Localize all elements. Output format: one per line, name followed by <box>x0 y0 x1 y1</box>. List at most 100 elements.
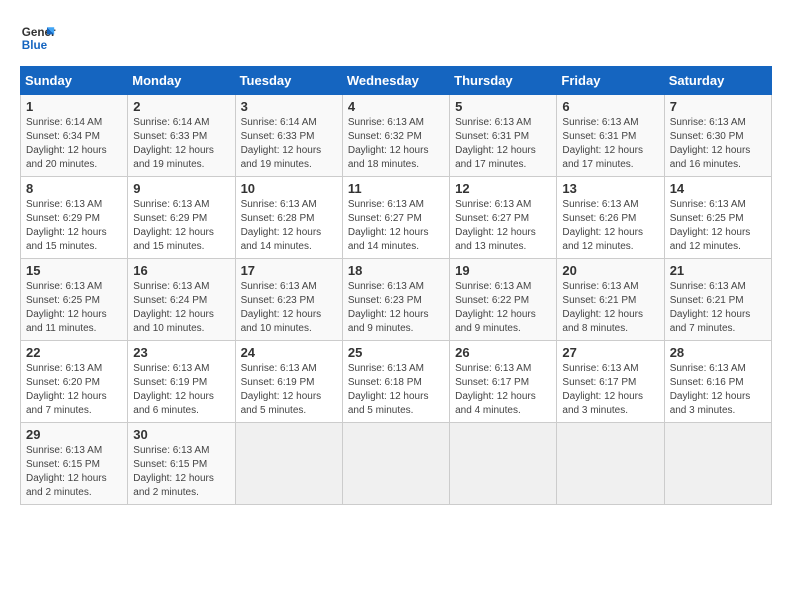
calendar-day-cell <box>664 423 771 505</box>
day-info: Sunrise: 6:13 AMSunset: 6:21 PMDaylight:… <box>670 280 766 336</box>
calendar-week-row: 8 Sunrise: 6:13 AMSunset: 6:29 PMDaylight… <box>21 177 772 259</box>
calendar-day-cell: 15 Sunrise: 6:13 AMSunset: 6:25 PMDayligh… <box>21 259 128 341</box>
weekday-header: Sunday <box>21 67 128 95</box>
logo-icon: General Blue <box>20 20 56 56</box>
day-info: Sunrise: 6:13 AMSunset: 6:18 PMDaylight:… <box>348 362 444 418</box>
calendar-day-cell: 17Sunrise: 6:13 AMSunset: 6:23 PMDayligh… <box>235 259 342 341</box>
calendar-day-cell: 28 Sunrise: 6:13 AMSunset: 6:16 PMDayligh… <box>664 341 771 423</box>
calendar-day-cell: 14 Sunrise: 6:13 AMSunset: 6:25 PMDayligh… <box>664 177 771 259</box>
calendar-day-cell: 26 Sunrise: 6:13 AMSunset: 6:17 PMDayligh… <box>450 341 557 423</box>
day-info: Sunrise: 6:13 AMSunset: 6:32 PMDaylight:… <box>348 116 444 172</box>
day-number: 8 <box>26 181 122 196</box>
day-info: Sunrise: 6:13 AMSunset: 6:16 PMDaylight:… <box>670 362 766 418</box>
calendar-day-cell: 6 Sunrise: 6:13 AMSunset: 6:31 PMDaylight… <box>557 95 664 177</box>
day-info: Sunrise: 6:13 AMSunset: 6:19 PMDaylight:… <box>241 362 337 418</box>
calendar-day-cell: 7 Sunrise: 6:13 AMSunset: 6:30 PMDaylight… <box>664 95 771 177</box>
weekday-header: Tuesday <box>235 67 342 95</box>
day-info: Sunrise: 6:13 AMSunset: 6:31 PMDaylight:… <box>455 116 551 172</box>
day-info: Sunrise: 6:13 AMSunset: 6:15 PMDaylight:… <box>26 444 122 500</box>
calendar-day-cell: 11Sunrise: 6:13 AMSunset: 6:27 PMDayligh… <box>342 177 449 259</box>
day-info: Sunrise: 6:13 AMSunset: 6:25 PMDaylight:… <box>26 280 122 336</box>
weekday-header: Saturday <box>664 67 771 95</box>
day-number: 19 <box>455 263 551 278</box>
calendar-day-cell: 30 Sunrise: 6:13 AMSunset: 6:15 PMDayligh… <box>128 423 235 505</box>
day-number: 25 <box>348 345 444 360</box>
page-header: General Blue <box>20 20 772 56</box>
day-number: 27 <box>562 345 658 360</box>
calendar-day-cell <box>342 423 449 505</box>
day-info: Sunrise: 6:13 AMSunset: 6:21 PMDaylight:… <box>562 280 658 336</box>
day-info: Sunrise: 6:13 AMSunset: 6:17 PMDaylight:… <box>455 362 551 418</box>
day-info: Sunrise: 6:13 AMSunset: 6:19 PMDaylight:… <box>133 362 229 418</box>
day-info: Sunrise: 6:13 AMSunset: 6:15 PMDaylight:… <box>133 444 229 500</box>
day-number: 7 <box>670 99 766 114</box>
day-number: 5 <box>455 99 551 114</box>
calendar-day-cell: 2 Sunrise: 6:14 AMSunset: 6:33 PMDaylight… <box>128 95 235 177</box>
day-number: 20 <box>562 263 658 278</box>
logo: General Blue <box>20 20 56 56</box>
day-number: 23 <box>133 345 229 360</box>
day-number: 28 <box>670 345 766 360</box>
calendar-day-cell: 20 Sunrise: 6:13 AMSunset: 6:21 PMDayligh… <box>557 259 664 341</box>
svg-text:Blue: Blue <box>22 39 48 52</box>
day-info: Sunrise: 6:13 AMSunset: 6:17 PMDaylight:… <box>562 362 658 418</box>
calendar-day-cell: 3Sunrise: 6:14 AMSunset: 6:33 PMDaylight… <box>235 95 342 177</box>
day-number: 6 <box>562 99 658 114</box>
day-number: 14 <box>670 181 766 196</box>
calendar-day-cell: 1 Sunrise: 6:14 AMSunset: 6:34 PMDaylight… <box>21 95 128 177</box>
day-number: 26 <box>455 345 551 360</box>
day-number: 18 <box>348 263 444 278</box>
day-number: 22 <box>26 345 122 360</box>
day-number: 3 <box>241 99 337 114</box>
calendar-day-cell: 24 Sunrise: 6:13 AMSunset: 6:19 PMDayligh… <box>235 341 342 423</box>
weekday-header: Wednesday <box>342 67 449 95</box>
day-info: Sunrise: 6:13 AMSunset: 6:22 PMDaylight:… <box>455 280 551 336</box>
day-number: 2 <box>133 99 229 114</box>
day-number: 21 <box>670 263 766 278</box>
day-number: 16 <box>133 263 229 278</box>
day-info: Sunrise: 6:13 AMSunset: 6:24 PMDaylight:… <box>133 280 229 336</box>
day-info: Sunrise: 6:14 AMSunset: 6:34 PMDaylight:… <box>26 116 122 172</box>
calendar-day-cell: 16 Sunrise: 6:13 AMSunset: 6:24 PMDayligh… <box>128 259 235 341</box>
day-info: Sunrise: 6:13 AMSunset: 6:31 PMDaylight:… <box>562 116 658 172</box>
calendar-day-cell: 4 Sunrise: 6:13 AMSunset: 6:32 PMDaylight… <box>342 95 449 177</box>
calendar-day-cell: 13Sunrise: 6:13 AMSunset: 6:26 PMDayligh… <box>557 177 664 259</box>
day-number: 17 <box>241 263 337 278</box>
day-info: Sunrise: 6:14 AMSunset: 6:33 PMDaylight:… <box>133 116 229 172</box>
day-number: 13 <box>562 181 658 196</box>
calendar-day-cell: 12Sunrise: 6:13 AMSunset: 6:27 PMDayligh… <box>450 177 557 259</box>
day-info: Sunrise: 6:13 AMSunset: 6:27 PMDaylight:… <box>455 198 551 254</box>
calendar-day-cell: 18Sunrise: 6:13 AMSunset: 6:23 PMDayligh… <box>342 259 449 341</box>
day-number: 24 <box>241 345 337 360</box>
weekday-header: Friday <box>557 67 664 95</box>
day-info: Sunrise: 6:13 AMSunset: 6:30 PMDaylight:… <box>670 116 766 172</box>
calendar-week-row: 15 Sunrise: 6:13 AMSunset: 6:25 PMDayligh… <box>21 259 772 341</box>
calendar-header: SundayMondayTuesdayWednesdayThursdayFrid… <box>21 67 772 95</box>
day-number: 9 <box>133 181 229 196</box>
day-number: 4 <box>348 99 444 114</box>
calendar-day-cell: 25 Sunrise: 6:13 AMSunset: 6:18 PMDayligh… <box>342 341 449 423</box>
calendar-day-cell: 8 Sunrise: 6:13 AMSunset: 6:29 PMDaylight… <box>21 177 128 259</box>
calendar-day-cell <box>557 423 664 505</box>
calendar-day-cell: 23 Sunrise: 6:13 AMSunset: 6:19 PMDayligh… <box>128 341 235 423</box>
calendar-day-cell <box>450 423 557 505</box>
calendar-week-row: 29 Sunrise: 6:13 AMSunset: 6:15 PMDayligh… <box>21 423 772 505</box>
day-number: 30 <box>133 427 229 442</box>
calendar-day-cell <box>235 423 342 505</box>
day-info: Sunrise: 6:13 AMSunset: 6:29 PMDaylight:… <box>26 198 122 254</box>
calendar-day-cell: 19 Sunrise: 6:13 AMSunset: 6:22 PMDayligh… <box>450 259 557 341</box>
weekday-header: Monday <box>128 67 235 95</box>
day-info: Sunrise: 6:13 AMSunset: 6:25 PMDaylight:… <box>670 198 766 254</box>
calendar-day-cell: 9Sunrise: 6:13 AMSunset: 6:29 PMDaylight… <box>128 177 235 259</box>
calendar-day-cell: 29 Sunrise: 6:13 AMSunset: 6:15 PMDayligh… <box>21 423 128 505</box>
calendar-week-row: 1 Sunrise: 6:14 AMSunset: 6:34 PMDaylight… <box>21 95 772 177</box>
day-number: 29 <box>26 427 122 442</box>
day-number: 1 <box>26 99 122 114</box>
day-number: 15 <box>26 263 122 278</box>
calendar-day-cell: 5 Sunrise: 6:13 AMSunset: 6:31 PMDaylight… <box>450 95 557 177</box>
calendar-table: SundayMondayTuesdayWednesdayThursdayFrid… <box>20 66 772 505</box>
calendar-day-cell: 21 Sunrise: 6:13 AMSunset: 6:21 PMDayligh… <box>664 259 771 341</box>
weekday-header: Thursday <box>450 67 557 95</box>
day-info: Sunrise: 6:13 AMSunset: 6:28 PMDaylight:… <box>241 198 337 254</box>
day-number: 11 <box>348 181 444 196</box>
